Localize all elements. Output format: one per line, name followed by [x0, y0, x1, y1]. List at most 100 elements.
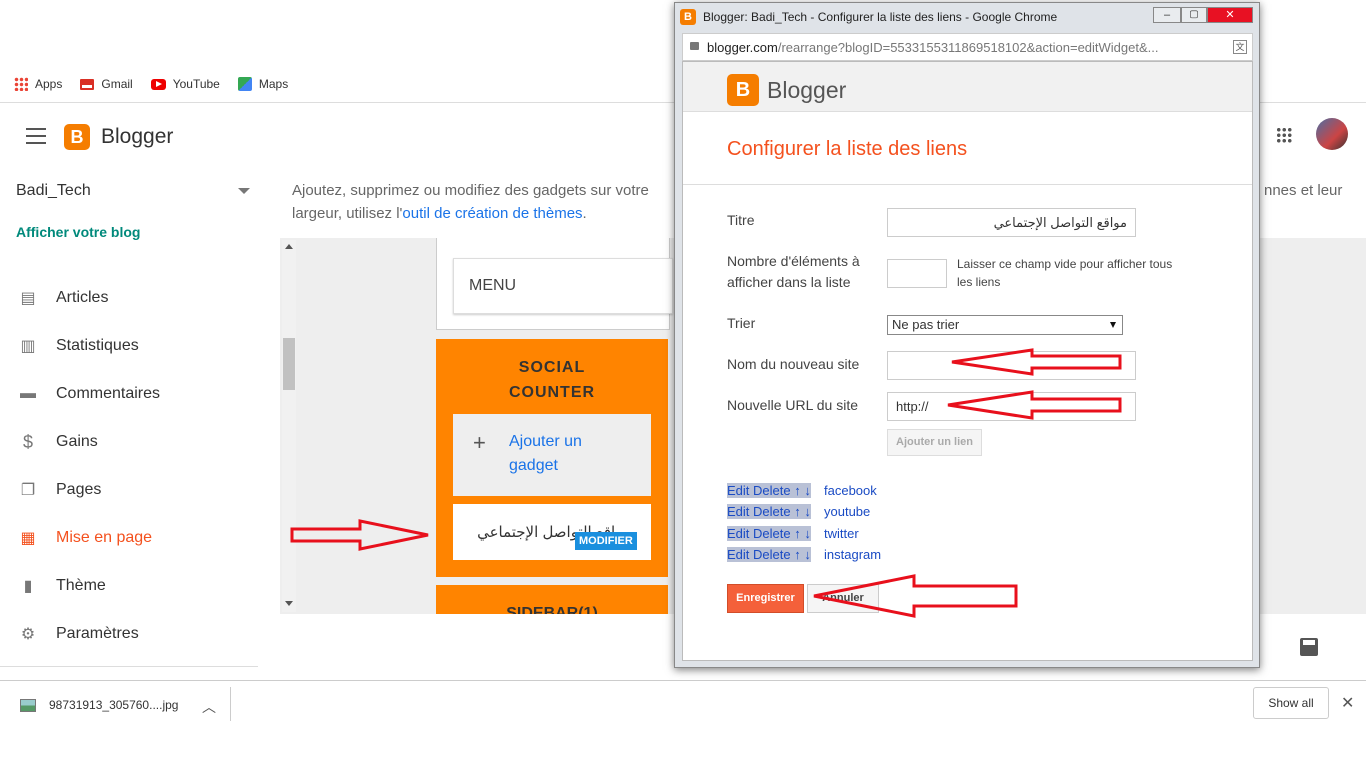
sidebar-item-label: Mise en page: [56, 529, 153, 546]
hamburger-menu-icon[interactable]: [26, 128, 46, 144]
count-hint: Laisser ce champ vide pour afficher tous…: [957, 255, 1172, 291]
sidebar-item-articles[interactable]: ▤ Articles: [18, 288, 108, 308]
gmail-icon: [80, 78, 95, 90]
theme-icon: ▮: [23, 578, 33, 595]
close-button[interactable]: ✕: [1207, 7, 1253, 23]
maximize-button[interactable]: ▢: [1181, 7, 1207, 23]
address-bar[interactable]: blogger.com/rearrange?blogID=55331553118…: [682, 33, 1253, 61]
bookmark-label: Gmail: [101, 77, 133, 91]
blog-dropdown-chevron-icon[interactable]: [238, 188, 250, 194]
save-disk-icon[interactable]: [1300, 638, 1318, 656]
sidebar-item-pages[interactable]: ❐ Pages: [18, 480, 102, 500]
lock-icon: [690, 42, 699, 50]
avatar[interactable]: [1316, 118, 1348, 150]
url-path: /rearrange?blogID=5533155311869518102&ac…: [777, 40, 1159, 55]
blogger-favicon-icon: B: [680, 9, 696, 25]
chrome-popup-window: B Blogger: Badi_Tech - Configurer la lis…: [674, 2, 1260, 668]
bookmark-maps[interactable]: Maps: [237, 77, 289, 91]
sidebar-item-gains[interactable]: $ Gains: [18, 432, 98, 452]
sidebar-item-comments[interactable]: ▬ Commentaires: [18, 384, 160, 404]
sidebar-item-settings[interactable]: ⚙ Paramètres: [18, 624, 139, 644]
add-link-button[interactable]: Ajouter un lien: [887, 429, 982, 456]
download-chevron-icon[interactable]: ︿: [202, 697, 216, 717]
google-apps-icon[interactable]: [1276, 127, 1292, 143]
blogger-logo-icon: B: [64, 124, 90, 150]
title-label: Titre: [727, 212, 755, 228]
modify-button[interactable]: MODIFIER: [575, 532, 637, 550]
apps-grid-icon: [14, 77, 28, 91]
download-bar: 98731913_305760....jpg ︿ Show all ✕: [0, 680, 1366, 730]
hint-text: Laisser ce champ vide pour afficher tous: [957, 257, 1173, 271]
download-file-name[interactable]: 98731913_305760....jpg: [49, 698, 178, 712]
link-actions[interactable]: Edit Delete ↑ ↓: [727, 526, 811, 541]
popup-header: B Blogger: [683, 62, 1252, 112]
link-actions[interactable]: Edit Delete ↑ ↓: [727, 547, 811, 562]
bookmark-label: Maps: [258, 77, 289, 91]
link-actions[interactable]: Edit Delete ↑ ↓: [727, 504, 811, 519]
bookmark-apps[interactable]: Apps: [14, 77, 62, 91]
image-file-icon: [20, 699, 36, 712]
layout-icon: ▦: [20, 530, 36, 547]
youtube-icon: [150, 78, 166, 90]
layout-description-end: nnes et leur: [1264, 182, 1343, 199]
sidebar-item-layout[interactable]: ▦ Mise en page: [18, 528, 152, 548]
popup-heading: Configurer la liste des liens: [727, 138, 968, 160]
annotation-arrow: [947, 390, 1122, 420]
sidebar-divider: [0, 666, 258, 667]
popup-divider: [683, 184, 1252, 185]
annotation-arrow: [813, 574, 1018, 618]
add-gadget-label: gadget: [509, 457, 558, 474]
window-title: Blogger: Badi_Tech - Configurer la liste…: [703, 10, 1058, 24]
menu-gadget-label: MENU: [469, 277, 517, 294]
stats-icon: ▥: [20, 338, 36, 355]
save-button[interactable]: Enregistrer: [727, 584, 804, 613]
sidebar-item-stats[interactable]: ▥ Statistiques: [18, 336, 139, 356]
gadget-item[interactable]: مواقع التواصل الإجتماعي MODIFIER: [453, 504, 651, 560]
blog-name[interactable]: Badi_Tech: [16, 182, 91, 200]
link-item[interactable]: youtube: [824, 504, 870, 519]
translate-icon[interactable]: 文: [1233, 40, 1247, 54]
link-actions[interactable]: Edit Delete ↑ ↓: [727, 483, 811, 498]
sort-select[interactable]: Ne pas trier: [887, 315, 1123, 335]
bookmark-gmail[interactable]: Gmail: [80, 77, 133, 91]
count-label: afficher dans la liste: [727, 274, 851, 290]
scroll-down-icon[interactable]: [285, 601, 293, 606]
show-all-button[interactable]: Show all: [1253, 687, 1329, 719]
scroll-thumb[interactable]: [283, 338, 295, 390]
section-title: SIDEBAR(1): [506, 605, 598, 614]
link-item[interactable]: facebook: [824, 483, 877, 498]
add-gadget-label: Ajouter un: [509, 433, 582, 450]
title-input[interactable]: مواقع التواصل الإجتماعي: [887, 208, 1136, 237]
menu-gadget[interactable]: MENU: [453, 258, 673, 314]
annotation-arrow: [290, 519, 429, 551]
close-download-bar-icon[interactable]: ✕: [1341, 693, 1354, 713]
sidebar-item-theme[interactable]: ▮ Thème: [18, 576, 106, 596]
layout-description: Ajoutez, supprimez ou modifiez des gadge…: [292, 182, 649, 199]
layout-scrollbar[interactable]: [282, 240, 296, 612]
sidebar-item-label: Thème: [56, 577, 106, 594]
popup-brand: Blogger: [767, 77, 847, 103]
link-item[interactable]: instagram: [824, 547, 881, 562]
scroll-up-icon[interactable]: [285, 244, 293, 249]
plus-icon: +: [473, 430, 486, 455]
site-name-label: Nom du nouveau site: [727, 356, 860, 372]
minimize-button[interactable]: –: [1153, 7, 1181, 23]
hint-text: les liens: [957, 275, 1001, 289]
blogger-brand: Blogger: [101, 125, 174, 148]
description-text: .: [582, 205, 587, 222]
blogger-logo-icon: B: [727, 74, 759, 106]
section-title: COUNTER: [508, 384, 596, 401]
count-input[interactable]: [887, 259, 947, 288]
count-label: Nombre d'éléments à: [727, 253, 860, 269]
add-gadget-button[interactable]: + Ajouter un gadget: [453, 414, 651, 496]
maps-icon: [237, 77, 252, 91]
sidebar-section: SIDEBAR(1): [436, 585, 668, 614]
sidebar-item-label: Articles: [56, 289, 109, 306]
sidebar-item-label: Statistiques: [56, 337, 139, 354]
bookmark-youtube[interactable]: YouTube: [150, 77, 220, 91]
site-url-label: Nouvelle URL du site: [727, 397, 858, 413]
theme-designer-link[interactable]: outil de création de thèmes: [402, 205, 582, 222]
link-item[interactable]: twitter: [824, 526, 859, 541]
view-blog-link[interactable]: Afficher votre blog: [16, 224, 140, 240]
sort-value: Ne pas trier: [892, 317, 960, 332]
